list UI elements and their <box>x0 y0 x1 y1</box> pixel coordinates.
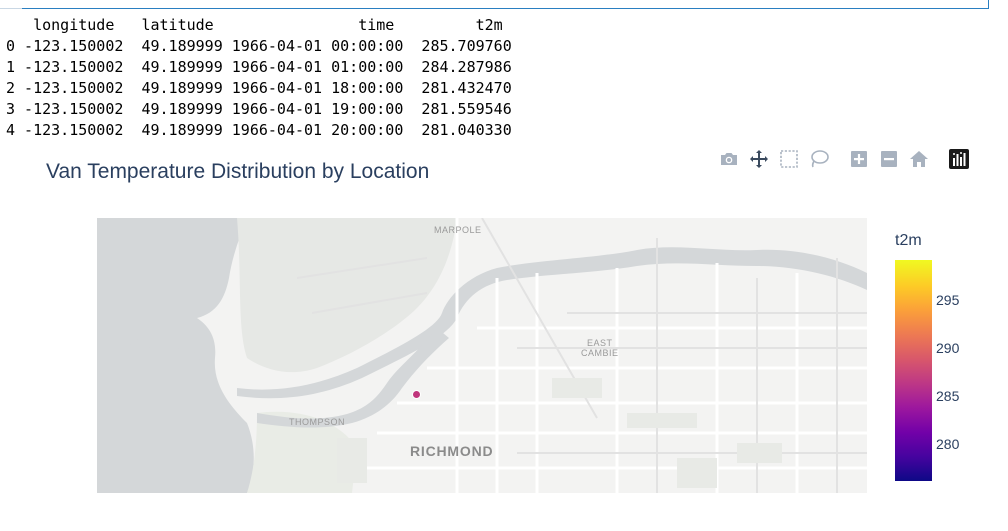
zoom-out-icon[interactable] <box>878 148 900 170</box>
dataframe-row: 0 -123.150002 49.189999 1966-04-01 00:00… <box>6 37 512 55</box>
dataframe-row: 2 -123.150002 49.189999 1966-04-01 18:00… <box>6 79 512 97</box>
output-cell-border-left <box>0 0 22 9</box>
dataframe-row: 1 -123.150002 49.189999 1966-04-01 01:00… <box>6 58 512 76</box>
dataframe-row: 4 -123.150002 49.189999 1966-04-01 20:00… <box>6 121 512 139</box>
scatter-point[interactable] <box>412 390 421 399</box>
dataframe-output: longitude latitude time t2m 0 -123.150002… <box>6 15 512 141</box>
dataframe-header: longitude latitude time t2m <box>6 16 503 34</box>
map-label-east: EAST <box>587 338 613 348</box>
box-select-icon[interactable] <box>778 148 800 170</box>
map-label-cambie: CAMBIE <box>581 348 619 358</box>
colorbar-title: t2m <box>895 232 922 249</box>
map-area[interactable]: MARPOLE EAST CAMBIE THOMPSON RICHMOND i <box>97 218 867 493</box>
map-label-marpole: MARPOLE <box>434 225 482 235</box>
output-cell-border <box>0 0 989 9</box>
colorbar-tick: 280 <box>936 436 960 452</box>
colorbar-gradient <box>895 260 932 481</box>
map-label-thompson: THOMPSON <box>289 417 346 427</box>
dataframe-row: 3 -123.150002 49.189999 1966-04-01 19:00… <box>6 100 512 118</box>
lasso-select-icon[interactable] <box>808 148 830 170</box>
reset-home-icon[interactable] <box>908 148 930 170</box>
zoom-in-icon[interactable] <box>848 148 870 170</box>
colorbar-tick: 285 <box>936 388 960 404</box>
colorbar-tick: 295 <box>936 292 960 308</box>
plot-title: Van Temperature Distribution by Location <box>46 160 430 183</box>
camera-icon[interactable] <box>718 148 740 170</box>
plotly-figure: Van Temperature Distribution by Location <box>0 145 1008 531</box>
pan-icon[interactable] <box>748 148 770 170</box>
map-label-east-cambie: EAST CAMBIE <box>581 338 619 358</box>
plotly-modebar <box>718 147 978 171</box>
colorbar-tick: 290 <box>936 340 960 356</box>
map-label-richmond: RICHMOND <box>410 443 494 459</box>
plotly-logo-icon[interactable] <box>948 148 970 170</box>
